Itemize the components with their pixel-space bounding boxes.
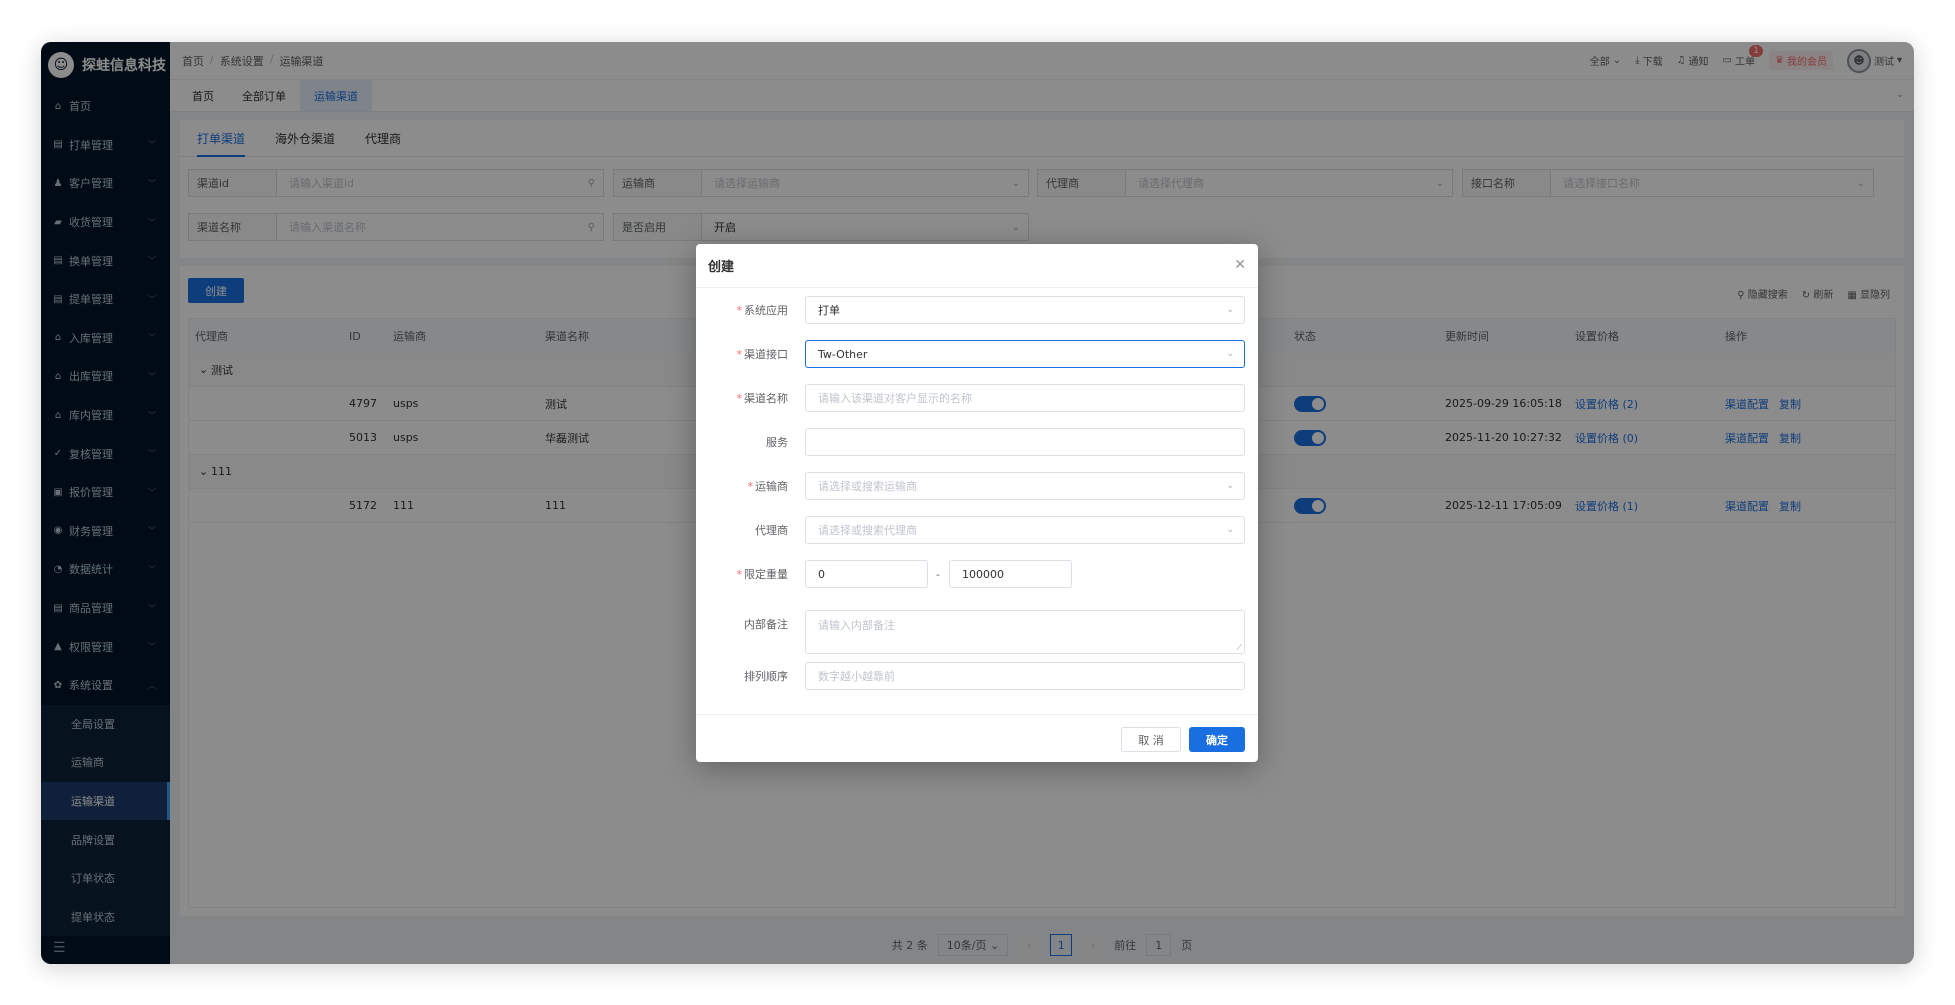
form-row-name: * 渠道名称 请输入该渠道对客户显示的名称	[696, 384, 1258, 412]
label-text: 运输商	[755, 480, 788, 493]
selected-value: Tw-Other	[818, 347, 868, 361]
dialog-title: 创建	[708, 260, 735, 275]
modal-overlay: 创建 ✕ * 系统应用 打单 ⌄ * 渠道接口 Tw-Other ⌄ * 渠道名称 请输入…	[0, 0, 1955, 1005]
placeholder: 数字越小越靠前	[818, 670, 895, 683]
label-text: 服务	[766, 436, 788, 449]
form-row-remark: 内部备注 请输入内部备注 ⟋	[696, 610, 1258, 654]
label-text: 代理商	[755, 524, 788, 537]
selected-value: 打单	[818, 304, 840, 317]
form-row-app: * 系统应用 打单 ⌄	[696, 296, 1258, 324]
channel-name-input[interactable]: 请输入该渠道对客户显示的名称	[805, 384, 1245, 412]
resize-handle-icon[interactable]: ⟋	[1236, 643, 1242, 653]
sort-order-input[interactable]: 数字越小越靠前	[805, 662, 1245, 690]
placeholder: 请输入内部备注	[818, 619, 895, 632]
dialog-footer: 取 消 确定	[696, 714, 1258, 762]
form-label: * 运输商	[747, 480, 789, 493]
dialog-header: 创建 ✕	[696, 244, 1258, 288]
form-label: 内部备注	[696, 610, 796, 632]
form-row-weight: * 限定重量 0 - 100000	[696, 560, 1258, 588]
form-label: * 渠道接口	[736, 348, 789, 361]
api-select[interactable]: Tw-Other ⌄	[805, 340, 1245, 368]
confirm-button[interactable]: 确定	[1189, 727, 1245, 752]
create-dialog: 创建 ✕ * 系统应用 打单 ⌄ * 渠道接口 Tw-Other ⌄ * 渠道名称 请输入…	[696, 244, 1258, 762]
label-text: 渠道名称	[744, 392, 788, 405]
form-label: 服务	[696, 434, 796, 450]
input-value: 0	[818, 567, 825, 581]
carrier-select[interactable]: 请选择或搜索运输商 ⌄	[805, 472, 1245, 500]
chevron-down-icon: ⌄	[1226, 481, 1234, 491]
weight-max-input[interactable]: 100000	[949, 560, 1072, 588]
form-row-carrier: * 运输商 请选择或搜索运输商 ⌄	[696, 472, 1258, 500]
placeholder: 请输入该渠道对客户显示的名称	[818, 392, 972, 405]
form-label: * 系统应用	[736, 304, 789, 317]
form-row-order: 排列顺序 数字越小越靠前	[696, 662, 1258, 690]
close-icon[interactable]: ✕	[1234, 257, 1246, 273]
form-label: * 限定重量	[736, 568, 789, 581]
form-row-service: 服务	[696, 428, 1258, 456]
form-row-agent: 代理商 请选择或搜索代理商 ⌄	[696, 516, 1258, 544]
label-text: 限定重量	[744, 568, 788, 581]
label-text: 内部备注	[744, 618, 788, 631]
placeholder: 请选择或搜索代理商	[818, 524, 917, 537]
label-text: 系统应用	[744, 304, 788, 317]
label-text: 渠道接口	[744, 348, 788, 361]
form-label: * 渠道名称	[736, 392, 789, 405]
agent-select[interactable]: 请选择或搜索代理商 ⌄	[805, 516, 1245, 544]
service-input[interactable]	[805, 428, 1245, 456]
weight-min-input[interactable]: 0	[805, 560, 928, 588]
input-value: 100000	[962, 567, 1004, 581]
label-text: 排列顺序	[744, 670, 788, 683]
chevron-down-icon: ⌄	[1226, 349, 1234, 359]
form-row-api: * 渠道接口 Tw-Other ⌄	[696, 340, 1258, 368]
form-label: 代理商	[696, 522, 796, 538]
placeholder: 请选择或搜索运输商	[818, 480, 917, 493]
cancel-button[interactable]: 取 消	[1121, 727, 1181, 752]
chevron-down-icon: ⌄	[1226, 305, 1234, 315]
app-select[interactable]: 打单 ⌄	[805, 296, 1245, 324]
form-label: 排列顺序	[696, 668, 796, 684]
chevron-down-icon: ⌄	[1226, 525, 1234, 535]
range-separator: -	[936, 567, 940, 581]
remark-textarea[interactable]: 请输入内部备注 ⟋	[805, 610, 1245, 654]
